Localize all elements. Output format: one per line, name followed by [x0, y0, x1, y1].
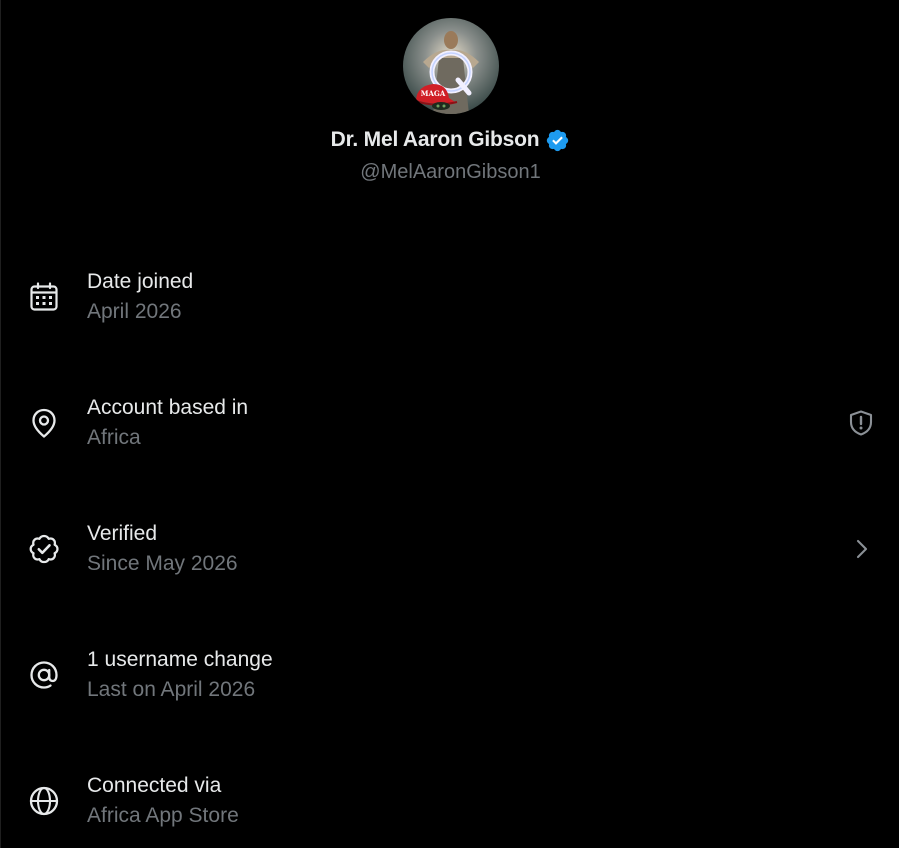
row-title: 1 username change [87, 648, 273, 671]
row-subtitle: Last on April 2026 [87, 678, 256, 701]
row-title: Account based in [87, 396, 249, 419]
row-date-joined: Date joined April 2026 [1, 266, 899, 342]
avatar-image: MAGA [403, 18, 499, 114]
about-account-panel: MAGA Dr. Mel Aaron Gibson @MelAaronGibso… [0, 0, 899, 848]
row-subtitle: Africa App Store [87, 804, 239, 827]
location-pin-icon [27, 406, 61, 440]
row-account-based-in: Account based in Africa [1, 392, 899, 468]
avatar[interactable]: MAGA [403, 18, 499, 114]
row-title: Connected via [87, 774, 222, 797]
name-row: Dr. Mel Aaron Gibson [1, 127, 899, 153]
row-connected-via: Connected via Africa App Store [1, 770, 899, 846]
at-sign-icon [27, 658, 61, 692]
globe-icon [27, 784, 61, 818]
row-title: Verified [87, 522, 158, 545]
avatar-hat-text: MAGA [421, 89, 446, 98]
verified-badge-icon[interactable] [545, 128, 570, 153]
handle[interactable]: @MelAaronGibson1 [1, 161, 899, 184]
row-title: Date joined [87, 270, 194, 293]
row-username-change: 1 username change Last on April 2026 [1, 644, 899, 720]
display-name: Dr. Mel Aaron Gibson [330, 128, 540, 151]
row-subtitle: April 2026 [87, 300, 182, 323]
verified-check-icon [27, 532, 61, 566]
row-verified[interactable]: Verified Since May 2026 [1, 518, 899, 594]
row-subtitle: Africa [87, 426, 141, 449]
row-subtitle: Since May 2026 [87, 552, 238, 575]
chevron-right-icon[interactable] [847, 534, 877, 564]
calendar-icon [27, 280, 61, 314]
shield-alert-icon[interactable] [846, 408, 876, 438]
